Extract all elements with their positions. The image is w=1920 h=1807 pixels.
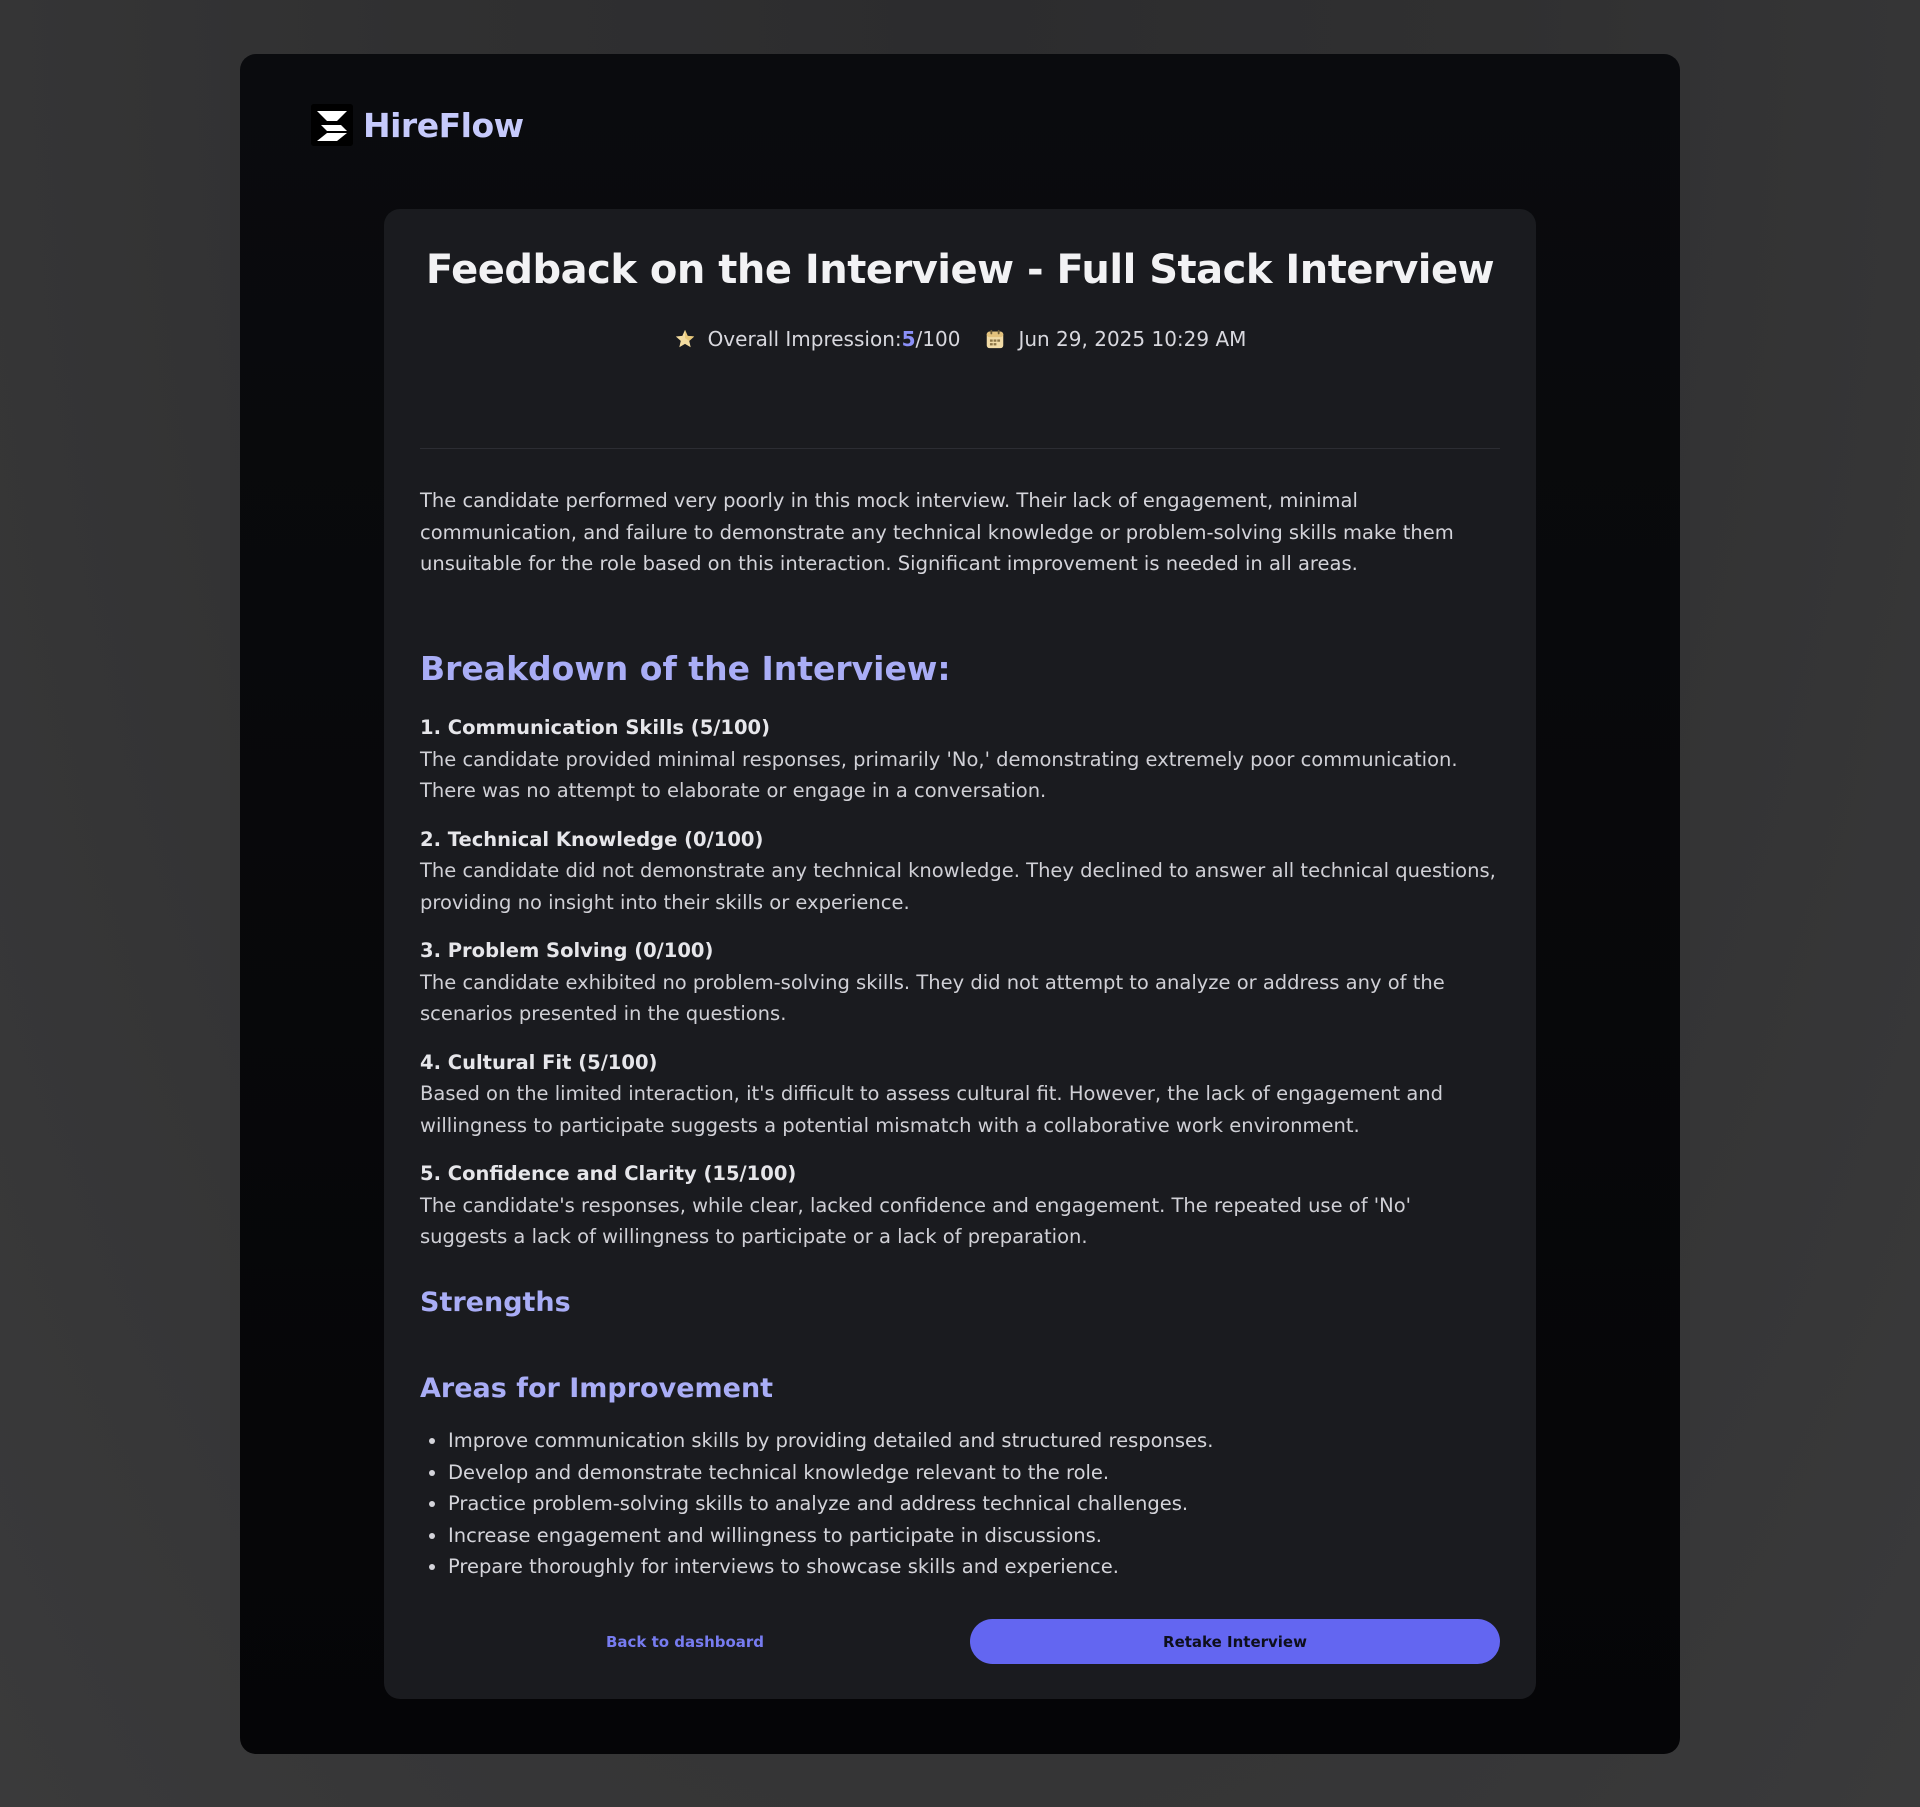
back-to-dashboard-button[interactable]: Back to dashboard — [420, 1619, 950, 1664]
category-technical: 2. Technical Knowledge (0/100) The candi… — [420, 824, 1500, 919]
star-icon — [675, 329, 694, 348]
impression-score: 5 — [901, 327, 916, 351]
category-text: Based on the limited interaction, it's d… — [420, 1082, 1444, 1137]
feedback-summary: The candidate performed very poorly in t… — [420, 489, 1454, 575]
feedback-card: Feedback on the Interview - Full Stack I… — [384, 209, 1536, 1699]
list-item: Prepare thoroughly for interviews to sho… — [448, 1551, 1498, 1583]
divider — [420, 448, 1500, 449]
strengths-heading: Strengths — [420, 1287, 571, 1318]
interview-date: Jun 29, 2025 10:29 AM — [984, 327, 1246, 351]
list-item: Develop and demonstrate technical knowle… — [448, 1457, 1498, 1489]
feedback-meta: Overall Impression: 5/100 Jun 29, 2025 1… — [420, 327, 1500, 351]
category-text: The candidate did not demonstrate any te… — [420, 859, 1496, 914]
category-heading: 4. Cultural Fit (5/100) — [420, 1050, 658, 1074]
breakdown-list: 1. Communication Skills (5/100) The cand… — [420, 712, 1500, 1270]
action-bar: Back to dashboard Retake Interview — [420, 1619, 1500, 1665]
category-cultural-fit: 4. Cultural Fit (5/100) Based on the lim… — [420, 1047, 1500, 1142]
category-problem-solving: 3. Problem Solving (0/100) The candidate… — [420, 935, 1500, 1030]
impression-label: Overall Impression: — [707, 327, 902, 351]
category-heading: 5. Confidence and Clarity (15/100) — [420, 1162, 797, 1185]
category-text: The candidate's responses, while clear, … — [420, 1193, 1412, 1249]
brand-name: HireFlow — [363, 105, 524, 145]
app-window: HireFlow Feedback on the Interview - Ful… — [240, 54, 1680, 1754]
list-item: Practice problem-solving skills to analy… — [448, 1488, 1498, 1520]
category-confidence: 5. Confidence and Clarity (15/100) The c… — [420, 1158, 1500, 1253]
hireflow-logo-icon — [311, 104, 353, 146]
impression-max: /100 — [915, 327, 961, 351]
calendar-icon — [987, 329, 1004, 349]
date-text: Jun 29, 2025 10:29 AM — [1018, 327, 1247, 351]
list-item: Improve communication skills by providin… — [448, 1425, 1498, 1457]
category-text: The candidate provided minimal responses… — [420, 747, 1458, 803]
category-heading: 1. Communication Skills (5/100) — [420, 716, 771, 739]
improvements-list: Improve communication skills by providin… — [420, 1425, 1498, 1583]
improvements-heading: Areas for Improvement — [420, 1373, 774, 1404]
retake-interview-button[interactable]: Retake Interview — [970, 1619, 1500, 1664]
page-title: Feedback on the Interview - Full Stack I… — [425, 247, 1495, 293]
breakdown-heading: Breakdown of the Interview: — [420, 649, 951, 688]
overall-impression: Overall Impression: 5/100 — [674, 327, 961, 351]
brand[interactable]: HireFlow — [311, 104, 524, 146]
category-heading: 3. Problem Solving (0/100) — [420, 939, 714, 962]
list-item: Increase engagement and willingness to p… — [448, 1520, 1498, 1552]
category-text: The candidate exhibited no problem-solvi… — [420, 970, 1445, 1026]
category-heading: 2. Technical Knowledge (0/100) — [420, 827, 764, 851]
category-communication: 1. Communication Skills (5/100) The cand… — [420, 712, 1500, 807]
